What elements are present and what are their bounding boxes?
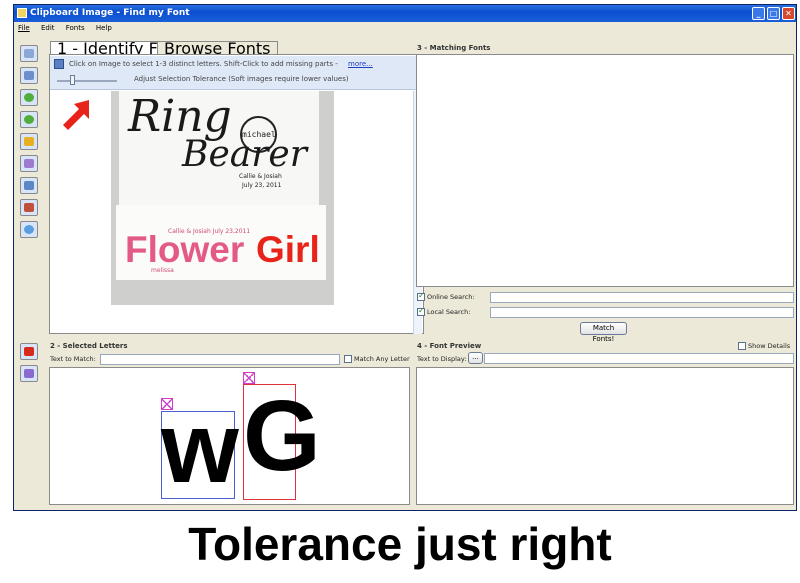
- selected-letters-title: 2 - Selected Letters: [50, 342, 128, 350]
- show-details-checkbox[interactable]: [738, 342, 746, 350]
- local-search-progress: [490, 307, 794, 318]
- online-search-checkbox[interactable]: [417, 291, 425, 301]
- left-toolbar: [20, 45, 42, 243]
- title-bar: Clipboard Image - Find my Font _ □ ✕: [14, 5, 796, 22]
- slide-caption: Tolerance just right: [188, 518, 612, 570]
- online-search-label: Online Search:: [417, 291, 475, 301]
- zoom-icon[interactable]: [20, 221, 38, 238]
- select-tool-icon[interactable]: [20, 133, 38, 150]
- girl-text: Girl: [256, 229, 320, 270]
- adjust-icon[interactable]: [20, 155, 38, 172]
- selected-letter-g: G: [243, 380, 321, 492]
- date-text: July 23, 2011: [242, 182, 282, 189]
- match-any-checkbox[interactable]: [344, 355, 352, 363]
- maximize-button[interactable]: □: [767, 7, 780, 20]
- menu-help[interactable]: Help: [96, 24, 112, 32]
- text-to-display-button[interactable]: ...: [468, 352, 483, 364]
- text-to-match-input[interactable]: [100, 354, 340, 365]
- menu-fonts[interactable]: Fonts: [66, 24, 85, 32]
- local-search-checkbox[interactable]: [417, 306, 425, 316]
- online-search-progress: [490, 292, 794, 303]
- clipboard-icon[interactable]: [20, 67, 38, 84]
- font-preview-panel: [416, 367, 794, 505]
- window-title: Clipboard Image - Find my Font: [30, 8, 190, 18]
- menu-edit[interactable]: Edit: [41, 24, 55, 32]
- melissa-text: melissa: [151, 267, 174, 274]
- flower-text: Flower: [125, 229, 245, 270]
- minimize-button[interactable]: _: [752, 7, 765, 20]
- tab-browse-fonts[interactable]: Browse Fonts: [157, 41, 278, 57]
- open-image-icon[interactable]: [20, 45, 38, 62]
- delete-selection-icon[interactable]: [20, 343, 38, 360]
- instruction-text: Click on Image to select 1-3 distinct le…: [69, 60, 338, 68]
- tolerance-slider[interactable]: [57, 80, 117, 82]
- instruction-bar: Click on Image to select 1-3 distinct le…: [50, 56, 423, 90]
- app-window: Clipboard Image - Find my Font _ □ ✕ Fil…: [13, 4, 797, 511]
- font-preview-title: 4 - Font Preview: [417, 342, 482, 350]
- tolerance-slider-thumb[interactable]: [70, 75, 76, 85]
- app-icon: [17, 8, 27, 18]
- menu-file[interactable]: File: [18, 24, 30, 32]
- matching-fonts-title: 3 - Matching Fonts: [417, 44, 491, 52]
- pointer-arrow-icon: [63, 100, 89, 130]
- match-fonts-button[interactable]: Match Fonts!: [580, 322, 627, 343]
- text-to-display-label: Text to Display:: [417, 355, 467, 363]
- rotate-left-icon[interactable]: [20, 89, 38, 106]
- text-to-display-input[interactable]: [484, 353, 794, 364]
- bearer-text: Bearer: [182, 134, 307, 175]
- image-edit-icon[interactable]: [20, 199, 38, 216]
- info-icon: [54, 59, 64, 69]
- local-search-label: Local Search:: [417, 306, 470, 316]
- lower-toolbar: [20, 343, 38, 387]
- close-button[interactable]: ✕: [782, 7, 795, 20]
- source-image[interactable]: Ring michael Bearer Callie & Josiah July…: [111, 91, 334, 305]
- couple-text: Callie & Josiah: [239, 173, 282, 180]
- more-link[interactable]: more...: [348, 60, 373, 68]
- match-any-label: Match Any Letter: [344, 355, 410, 363]
- rotate-right-icon[interactable]: [20, 111, 38, 128]
- tolerance-label: Adjust Selection Tolerance (Soft images …: [134, 75, 349, 83]
- show-details-label: Show Details: [738, 342, 790, 350]
- cut-icon[interactable]: [20, 177, 38, 194]
- selected-letter-w: w: [161, 392, 239, 504]
- text-to-match-label: Text to Match:: [50, 355, 96, 363]
- menu-bar: File Edit Fonts Help: [14, 22, 796, 34]
- clear-selection-icon[interactable]: [20, 365, 38, 382]
- matching-fonts-list[interactable]: [416, 54, 794, 287]
